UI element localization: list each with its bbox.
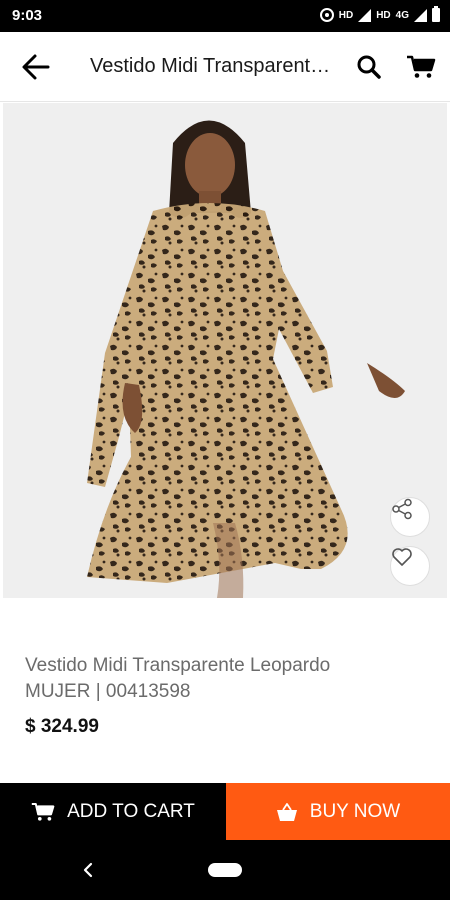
app-header: Vestido Midi Transparente Leopardo <box>0 32 450 102</box>
hd-label-2: HD <box>376 9 391 21</box>
product-name: Vestido Midi Transparente Leopardo <box>25 655 331 676</box>
signal-icon-2 <box>414 8 427 22</box>
cart-button[interactable] <box>406 54 436 80</box>
buy-now-label: BUY NOW <box>309 800 401 822</box>
chevron-left-icon <box>83 862 93 878</box>
add-to-cart-label: ADD TO CART <box>67 800 195 822</box>
hd-label: HD <box>338 9 354 21</box>
vibrate-icon <box>319 8 334 22</box>
network-type-label: 4G <box>395 9 409 21</box>
nav-back-button[interactable] <box>78 858 98 882</box>
cart-icon <box>407 55 436 78</box>
status-time: 9:03 <box>12 7 43 24</box>
back-arrow-icon <box>22 54 50 80</box>
cart-icon <box>31 802 55 821</box>
share-button[interactable] <box>390 497 430 537</box>
favorite-button[interactable] <box>390 546 430 586</box>
add-to-cart-button[interactable]: ADD TO CART <box>0 783 226 840</box>
product-price: $ 324.99 <box>25 716 99 737</box>
nav-home-button[interactable] <box>208 863 242 877</box>
product-image[interactable] <box>3 103 447 598</box>
back-button[interactable] <box>20 52 52 82</box>
signal-icon <box>358 8 372 22</box>
product-photo-illustration <box>3 103 447 598</box>
share-icon <box>392 498 412 520</box>
page-title: Vestido Midi Transparente Leopardo <box>90 55 340 77</box>
battery-icon <box>432 6 440 22</box>
action-bar: ADD TO CART BUY NOW <box>0 783 450 840</box>
bag-icon <box>276 802 297 821</box>
status-bar: 9:03 HD HD 4G <box>0 0 450 32</box>
search-button[interactable] <box>356 54 382 80</box>
heart-icon <box>392 548 412 566</box>
status-icons: HD HD 4G <box>319 6 440 22</box>
system-nav-bar <box>0 840 450 900</box>
product-meta: MUJER | 00413598 <box>25 681 191 702</box>
search-icon <box>357 55 381 79</box>
buy-now-button[interactable]: BUY NOW <box>226 783 450 840</box>
